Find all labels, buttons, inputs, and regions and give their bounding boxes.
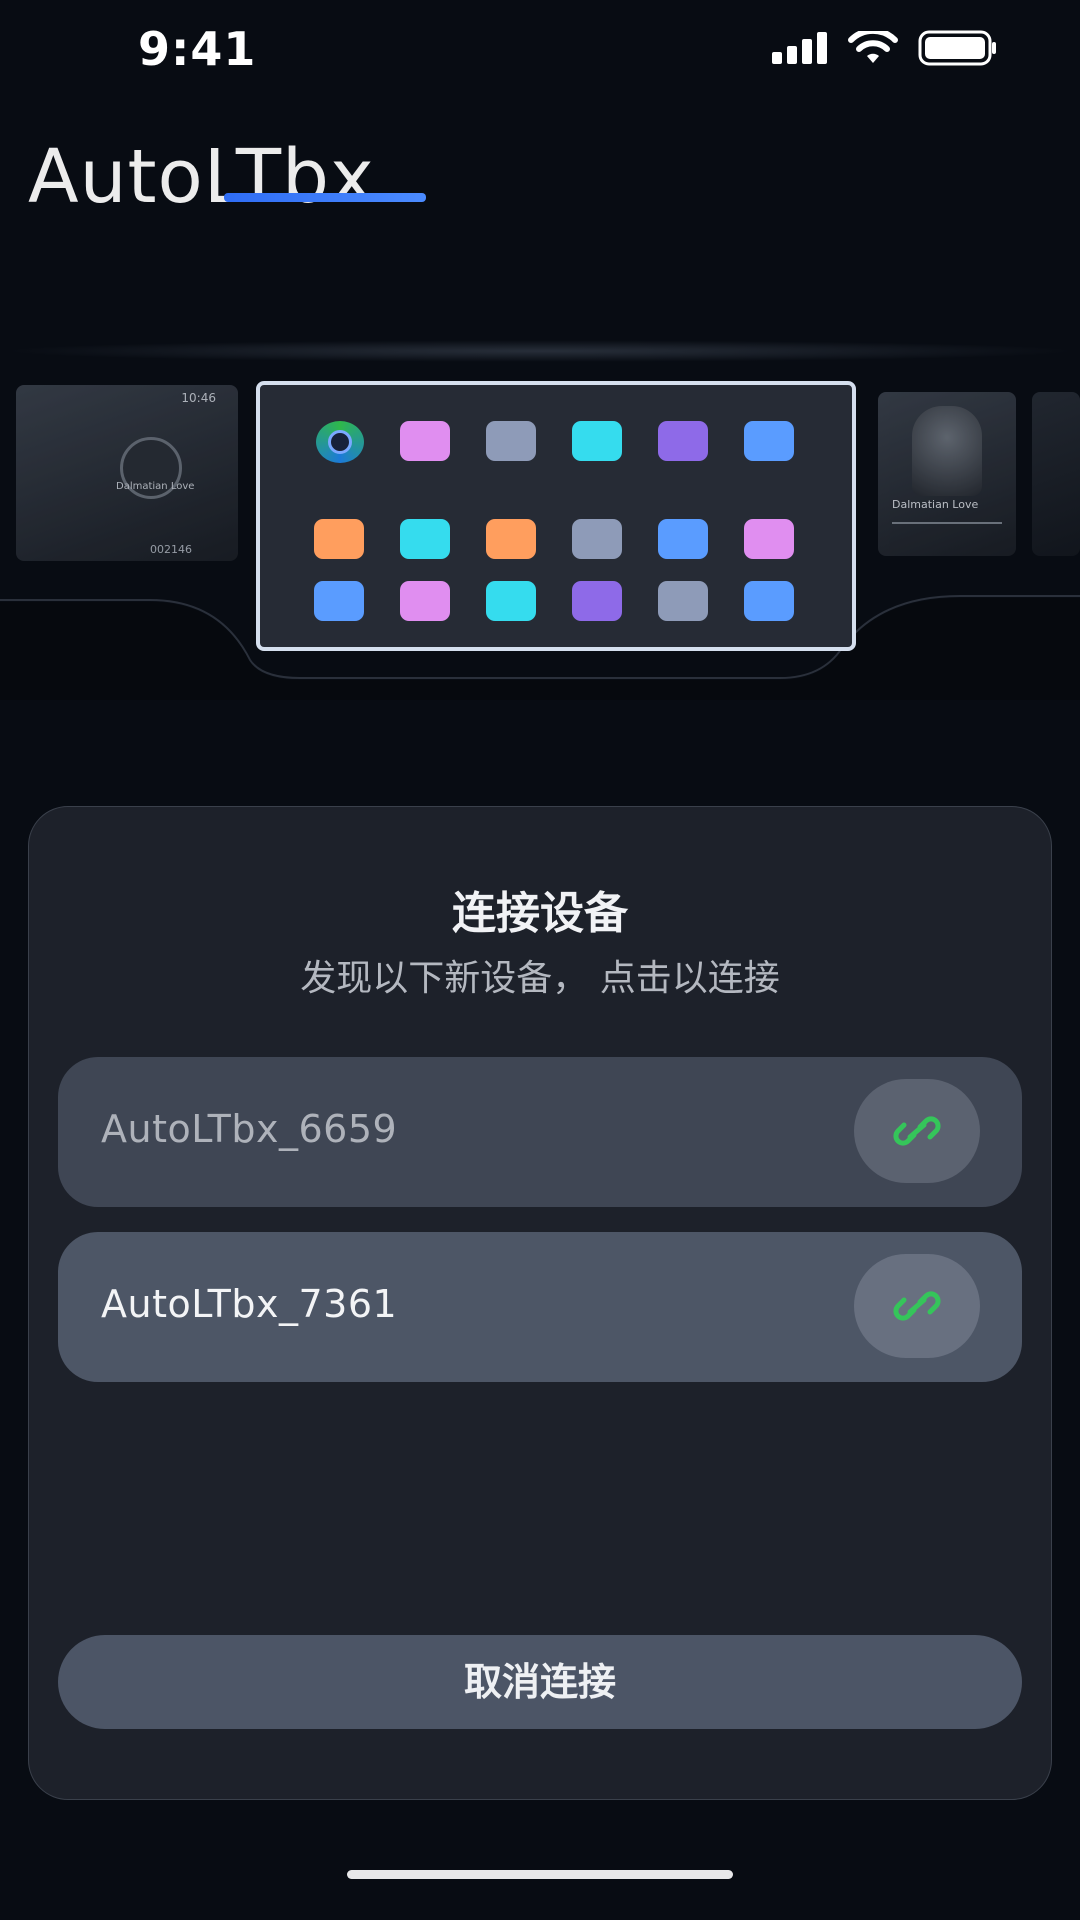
app-icon — [314, 581, 364, 621]
link-icon — [893, 1116, 941, 1146]
app-icon — [744, 581, 794, 621]
cellular-signal-icon — [772, 32, 827, 64]
status-icons — [772, 30, 998, 66]
app-icon — [486, 421, 536, 461]
status-time: 9:41 — [138, 22, 257, 76]
device-name: AutoLTbx_7361 — [101, 1282, 398, 1326]
connect-button[interactable] — [854, 1079, 980, 1183]
device-row-6659[interactable]: AutoLTbx_6659 — [58, 1057, 1022, 1207]
title-underline — [224, 193, 426, 202]
app-icon — [658, 421, 708, 461]
sheet-title: 连接设备 — [452, 888, 628, 939]
camera-app-icon — [316, 421, 364, 463]
app-icon — [572, 581, 622, 621]
device-name: AutoLTbx_6659 — [101, 1107, 398, 1151]
app-icon — [486, 519, 536, 559]
left-panel-readout: 002146 — [150, 543, 192, 556]
far-right-panel — [1032, 392, 1080, 556]
wifi-icon — [848, 31, 898, 63]
app-icon — [314, 519, 364, 559]
home-indicator[interactable] — [347, 1870, 733, 1879]
link-icon — [893, 1291, 941, 1321]
device-row-7361[interactable]: AutoLTbx_7361 — [58, 1232, 1022, 1382]
app-icon — [400, 421, 450, 461]
app-icon — [658, 581, 708, 621]
app-icon — [572, 421, 622, 461]
app-icon — [658, 519, 708, 559]
left-panel-clock: 10:46 — [181, 391, 216, 405]
connect-button[interactable] — [854, 1254, 980, 1358]
media-progress — [892, 522, 1002, 524]
app-icon — [744, 519, 794, 559]
app-icon — [744, 421, 794, 461]
app-icon — [400, 519, 450, 559]
app-icon — [400, 581, 450, 621]
sheet-subtitle: 发现以下新设备， 点击以连接 — [300, 958, 780, 999]
status-bar: 9:41 — [0, 0, 1080, 100]
right-panel-song: Dalmatian Love — [892, 498, 979, 511]
left-dashboard-panel: 10:46 Dalmatian Love 002146 — [16, 385, 238, 561]
left-panel-song: Dalmatian Love — [116, 481, 195, 492]
app-icon — [486, 581, 536, 621]
right-media-panel: Dalmatian Love — [878, 392, 1016, 556]
battery-icon — [918, 30, 996, 66]
app-icon — [572, 519, 622, 559]
center-screen — [256, 381, 856, 651]
album-figure — [912, 406, 982, 496]
app-title: AutoLTbx — [28, 134, 375, 220]
cancel-connection-button[interactable]: 取消连接 — [58, 1635, 1022, 1729]
connect-device-sheet: 连接设备 发现以下新设备， 点击以连接 AutoLTbx_6659 AutoLT… — [28, 806, 1052, 1800]
